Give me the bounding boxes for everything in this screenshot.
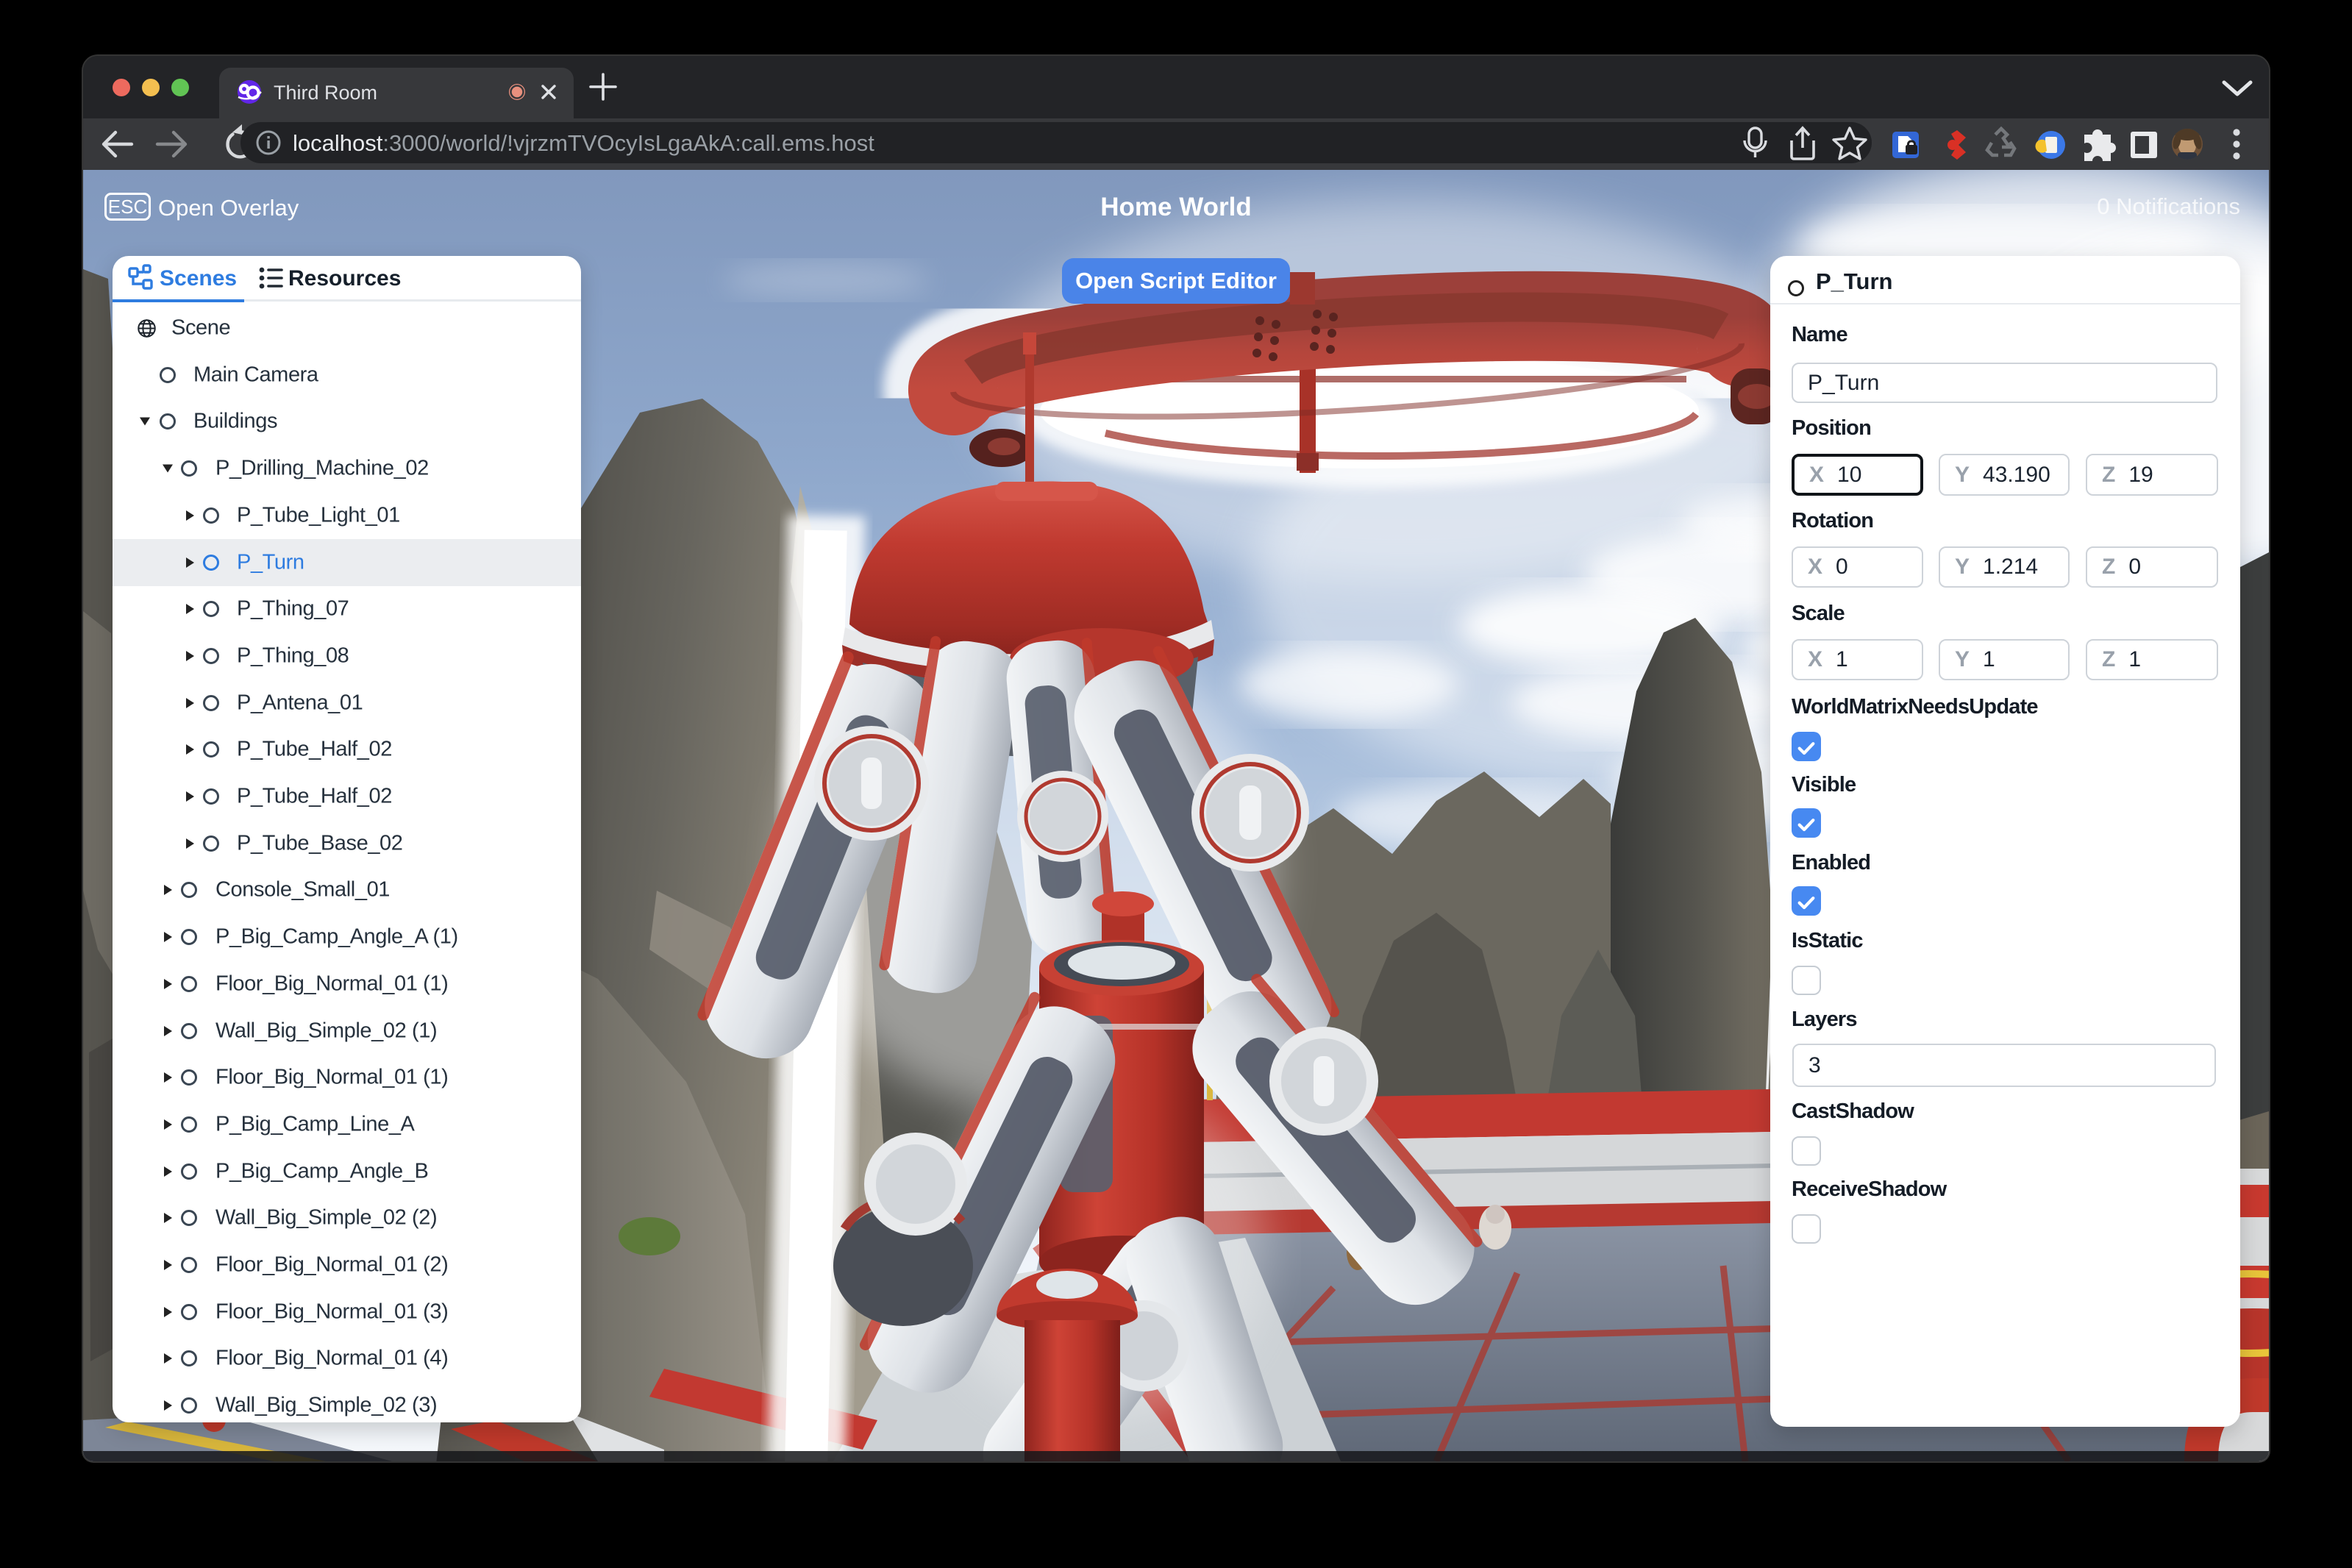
- svg-text:Third Room: Third Room: [274, 82, 377, 104]
- svg-text:localhost:3000/world/!vjrzmTVO: localhost:3000/world/!vjrzmTVOcyIsLgaAkA…: [293, 130, 874, 156]
